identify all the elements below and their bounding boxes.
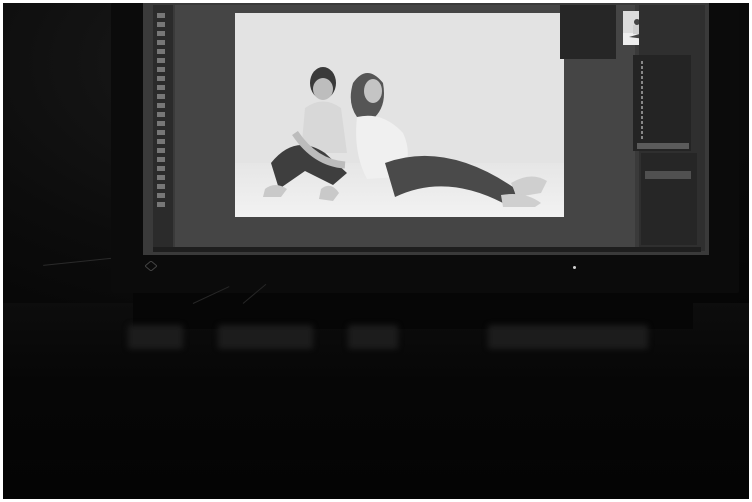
history-item[interactable] bbox=[641, 136, 689, 139]
tool-icon[interactable] bbox=[157, 193, 165, 198]
history-item[interactable] bbox=[641, 126, 689, 129]
tool-icon[interactable] bbox=[157, 85, 165, 90]
keyboard-blur bbox=[128, 325, 183, 349]
history-item[interactable] bbox=[641, 86, 689, 89]
history-item[interactable] bbox=[641, 101, 689, 104]
open-photo bbox=[235, 13, 564, 217]
tool-icon[interactable] bbox=[157, 175, 165, 180]
history-item[interactable] bbox=[641, 121, 689, 124]
history-item[interactable] bbox=[641, 106, 689, 109]
history-item[interactable] bbox=[641, 76, 689, 79]
history-item[interactable] bbox=[641, 111, 689, 114]
tool-icon[interactable] bbox=[157, 103, 165, 108]
tool-icon[interactable] bbox=[157, 13, 165, 18]
tool-icon[interactable] bbox=[157, 49, 165, 54]
history-item[interactable] bbox=[641, 71, 689, 74]
couple-illustration bbox=[263, 67, 547, 207]
tool-icon[interactable] bbox=[157, 148, 165, 153]
history-item[interactable] bbox=[641, 116, 689, 119]
navigator-label bbox=[563, 8, 613, 22]
brand-logo-icon bbox=[145, 261, 157, 271]
history-item[interactable] bbox=[641, 91, 689, 94]
status-bar bbox=[153, 247, 701, 252]
photo-frame bbox=[0, 0, 752, 502]
tool-icon[interactable] bbox=[157, 22, 165, 27]
tool-icon[interactable] bbox=[157, 67, 165, 72]
tool-icon[interactable] bbox=[157, 157, 165, 162]
keyboard-blur bbox=[348, 325, 398, 349]
tool-icon[interactable] bbox=[157, 184, 165, 189]
man-foot bbox=[263, 185, 287, 197]
history-selected-item[interactable] bbox=[637, 143, 689, 149]
tool-icon[interactable] bbox=[157, 31, 165, 36]
history-item[interactable] bbox=[641, 66, 689, 69]
tool-icon[interactable] bbox=[157, 166, 165, 171]
tool-icon[interactable] bbox=[157, 76, 165, 81]
history-item[interactable] bbox=[641, 61, 689, 64]
tool-icon[interactable] bbox=[157, 58, 165, 63]
tool-icon[interactable] bbox=[157, 121, 165, 126]
history-item[interactable] bbox=[641, 96, 689, 99]
history-item[interactable] bbox=[641, 131, 689, 134]
history-item[interactable] bbox=[641, 81, 689, 84]
tool-icon[interactable] bbox=[157, 202, 165, 207]
layers-panel bbox=[641, 153, 697, 245]
power-led-icon[interactable] bbox=[573, 266, 576, 269]
woman-foot bbox=[511, 176, 547, 197]
keyboard-blur bbox=[488, 325, 648, 349]
tool-icon[interactable] bbox=[157, 112, 165, 117]
tool-icon[interactable] bbox=[157, 139, 165, 144]
keyboard-blur bbox=[218, 325, 313, 349]
tool-icon[interactable] bbox=[157, 130, 165, 135]
woman-legs bbox=[385, 155, 517, 203]
woman-face bbox=[364, 79, 382, 103]
tool-icon[interactable] bbox=[157, 94, 165, 99]
layer-row[interactable] bbox=[645, 171, 691, 179]
monitor-stand bbox=[133, 293, 693, 329]
tool-icon[interactable] bbox=[157, 40, 165, 45]
